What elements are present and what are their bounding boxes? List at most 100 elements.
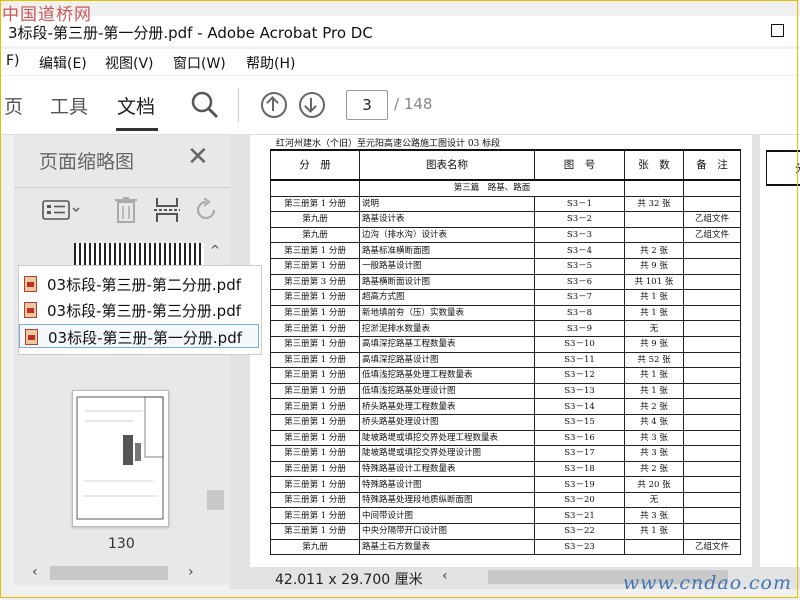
table-row: 第九册 路基土石方数量表 S3－23 乙组文件	[270, 538, 741, 556]
delete-icon[interactable]	[114, 196, 138, 224]
table-cell: 共 32 张	[624, 195, 684, 213]
table-cell	[683, 304, 741, 322]
table-cell: 共 1 张	[624, 367, 684, 384]
scroll-right-icon[interactable]: ›	[188, 564, 194, 580]
table-row: 第三册第 1 分册 超高方式图 S3－7 共 1 张	[270, 289, 741, 306]
scroll-up-icon[interactable]: ^	[210, 243, 220, 257]
open-file-item-selected[interactable]: 03标段-第三册-第一分册.pdf	[19, 324, 259, 348]
table-cell: 特殊路基设计工程数量表	[359, 460, 535, 478]
table-row: 第三册第 1 分册 中央分隔带开口设计图 S3－22 共 1 张	[270, 523, 741, 540]
table-cell: 第九册	[270, 226, 360, 244]
table-cell: 第三册第 1 分册	[270, 289, 360, 306]
table-row: 第三册第 1 分册 高填深挖路基工程数量表 S3－10 共 9 张	[270, 335, 741, 353]
table-cell	[683, 273, 741, 291]
table-cell: 第九册	[270, 538, 360, 556]
open-file-item[interactable]: 03标段-第三册-第三分册.pdf	[19, 298, 259, 322]
table-row: 第三册第 1 分册 特殊路基设计图 S3－19 共 20 张	[270, 476, 741, 493]
table-cell: 一般路基设计图	[359, 257, 535, 275]
table-cell	[683, 335, 741, 353]
table-cell: 共 101 张	[624, 273, 684, 291]
table-cell	[624, 538, 684, 556]
table-cell: 陡坡路堤或填挖交界处理工程数量表	[359, 429, 535, 447]
table-cell: 超高方式图	[359, 289, 535, 306]
table-cell: 路基土石方数量表	[359, 538, 535, 556]
tab-home[interactable]: 页	[4, 92, 23, 119]
next-page-icon[interactable]	[299, 92, 325, 118]
table-cell: 共 4 张	[624, 413, 684, 431]
tab-document[interactable]: 文档	[117, 92, 155, 119]
table-cell: 第三册第 1 分册	[270, 195, 360, 213]
table-cell: S3－8	[534, 304, 625, 322]
table-cell: 第九册	[270, 211, 360, 228]
table-cell: 第三册第 1 分册	[270, 367, 360, 384]
table-cell: 无	[624, 491, 684, 509]
rotate-icon[interactable]	[194, 198, 218, 222]
table-cell: S3－20	[534, 491, 625, 509]
table-cell: S3－4	[534, 242, 625, 259]
table-cell: 低填浅挖路基处理设计图	[359, 382, 535, 400]
file-name: 03标段-第三册-第一分册.pdf	[48, 329, 243, 347]
table-cell: 第三册第 1 分册	[270, 351, 360, 369]
scroll-left-icon[interactable]: ‹	[32, 564, 38, 580]
table-cell: S3－12	[534, 367, 625, 384]
table-cell	[683, 460, 741, 478]
table-cell: S3－23	[534, 538, 625, 556]
table-cell: S3－16	[534, 429, 625, 447]
file-name: 03标段-第三册-第三分册.pdf	[47, 302, 242, 320]
page-thumbnail[interactable]	[72, 390, 169, 527]
panel-scroll-thumb[interactable]	[207, 490, 224, 510]
table-cell: 边沟（排水沟）设计表	[359, 226, 535, 244]
options-icon[interactable]	[42, 200, 82, 220]
table-cell: 桥头路基处理工程数量表	[359, 398, 535, 415]
menu-bar: F) 编辑(E) 视图(V) 窗口(W) 帮助(H)	[0, 49, 800, 75]
table-cell: 桥头路基处理设计图	[359, 413, 535, 431]
table-cell: 说明	[359, 195, 535, 213]
table-cell: S3－14	[534, 398, 625, 415]
table-cell: 第三册第 3 分册	[270, 273, 360, 291]
table-row: 第三册第 1 分册 陡坡路堤或填挖交界处理设计图 S3－17 共 3 张	[270, 445, 741, 462]
active-tab-indicator	[116, 128, 158, 131]
close-icon[interactable]: ✕	[187, 144, 209, 170]
table-cell: 第三册第 1 分册	[270, 257, 360, 275]
next-page-fragment: 分	[795, 160, 800, 176]
menu-view[interactable]: 视图(V)	[105, 53, 154, 73]
table-cell	[683, 413, 741, 431]
table-cell: S3－7	[534, 289, 625, 306]
tab-tools[interactable]: 工具	[50, 92, 88, 119]
table-cell: S3－11	[534, 351, 625, 369]
table-cell: 第三册第 1 分册	[270, 476, 360, 493]
search-icon[interactable]	[191, 91, 219, 119]
table-cell	[624, 226, 684, 244]
table-row: 第三册第 1 分册 说明 S3－1 共 32 张	[270, 195, 741, 213]
table-cell: S3－10	[534, 335, 625, 353]
menu-edit[interactable]: 编辑(E)	[39, 53, 87, 73]
table-cell: S3－17	[534, 445, 625, 462]
table-cell: 共 1 张	[624, 523, 684, 540]
thumbnail-partial[interactable]	[74, 243, 204, 265]
table-cell: 共 3 张	[624, 445, 684, 462]
scroll-left-icon[interactable]: ‹	[442, 568, 448, 584]
panel-horizontal-thumb[interactable]	[50, 566, 168, 580]
menu-file[interactable]: F)	[6, 53, 20, 69]
document-view[interactable]: 红河州建水（个旧）至元阳高速公路施工图设计 03 标段 分 册 图表名称 图 号…	[230, 135, 800, 567]
table-cell	[270, 179, 360, 197]
page-number-input[interactable]: 3	[346, 90, 388, 120]
menu-help[interactable]: 帮助(H)	[246, 53, 295, 73]
previous-page-icon[interactable]	[261, 92, 287, 118]
open-file-item[interactable]: 03标段-第三册-第二分册.pdf	[19, 272, 259, 296]
table-cell: 中间带设计图	[359, 507, 535, 525]
panel-toolbar	[14, 187, 230, 230]
maximize-icon[interactable]	[771, 24, 784, 37]
table-row: 第三册第 1 分册 特殊路基设计工程数量表 S3－18 共 2 张	[270, 460, 741, 478]
table-cell	[683, 179, 741, 197]
table-row: 第三册第 1 分册 特殊路基处理段地质纵断面图 S3－20 无	[270, 491, 741, 509]
table-cell: 共 2 张	[624, 460, 684, 478]
menu-window[interactable]: 窗口(W)	[173, 53, 226, 73]
table-cell: 新地填前夯（压）实数量表	[359, 304, 535, 322]
table-cell: 第三册第 1 分册	[270, 445, 360, 462]
table-cell: 陡坡路堤或填挖交界处理设计图	[359, 445, 535, 462]
table-cell	[683, 523, 741, 540]
extract-pages-icon[interactable]	[154, 196, 180, 224]
table-cell	[683, 429, 741, 447]
table-row: 第三册第 1 分册 桥头路基处理设计图 S3－15 共 4 张	[270, 413, 741, 431]
